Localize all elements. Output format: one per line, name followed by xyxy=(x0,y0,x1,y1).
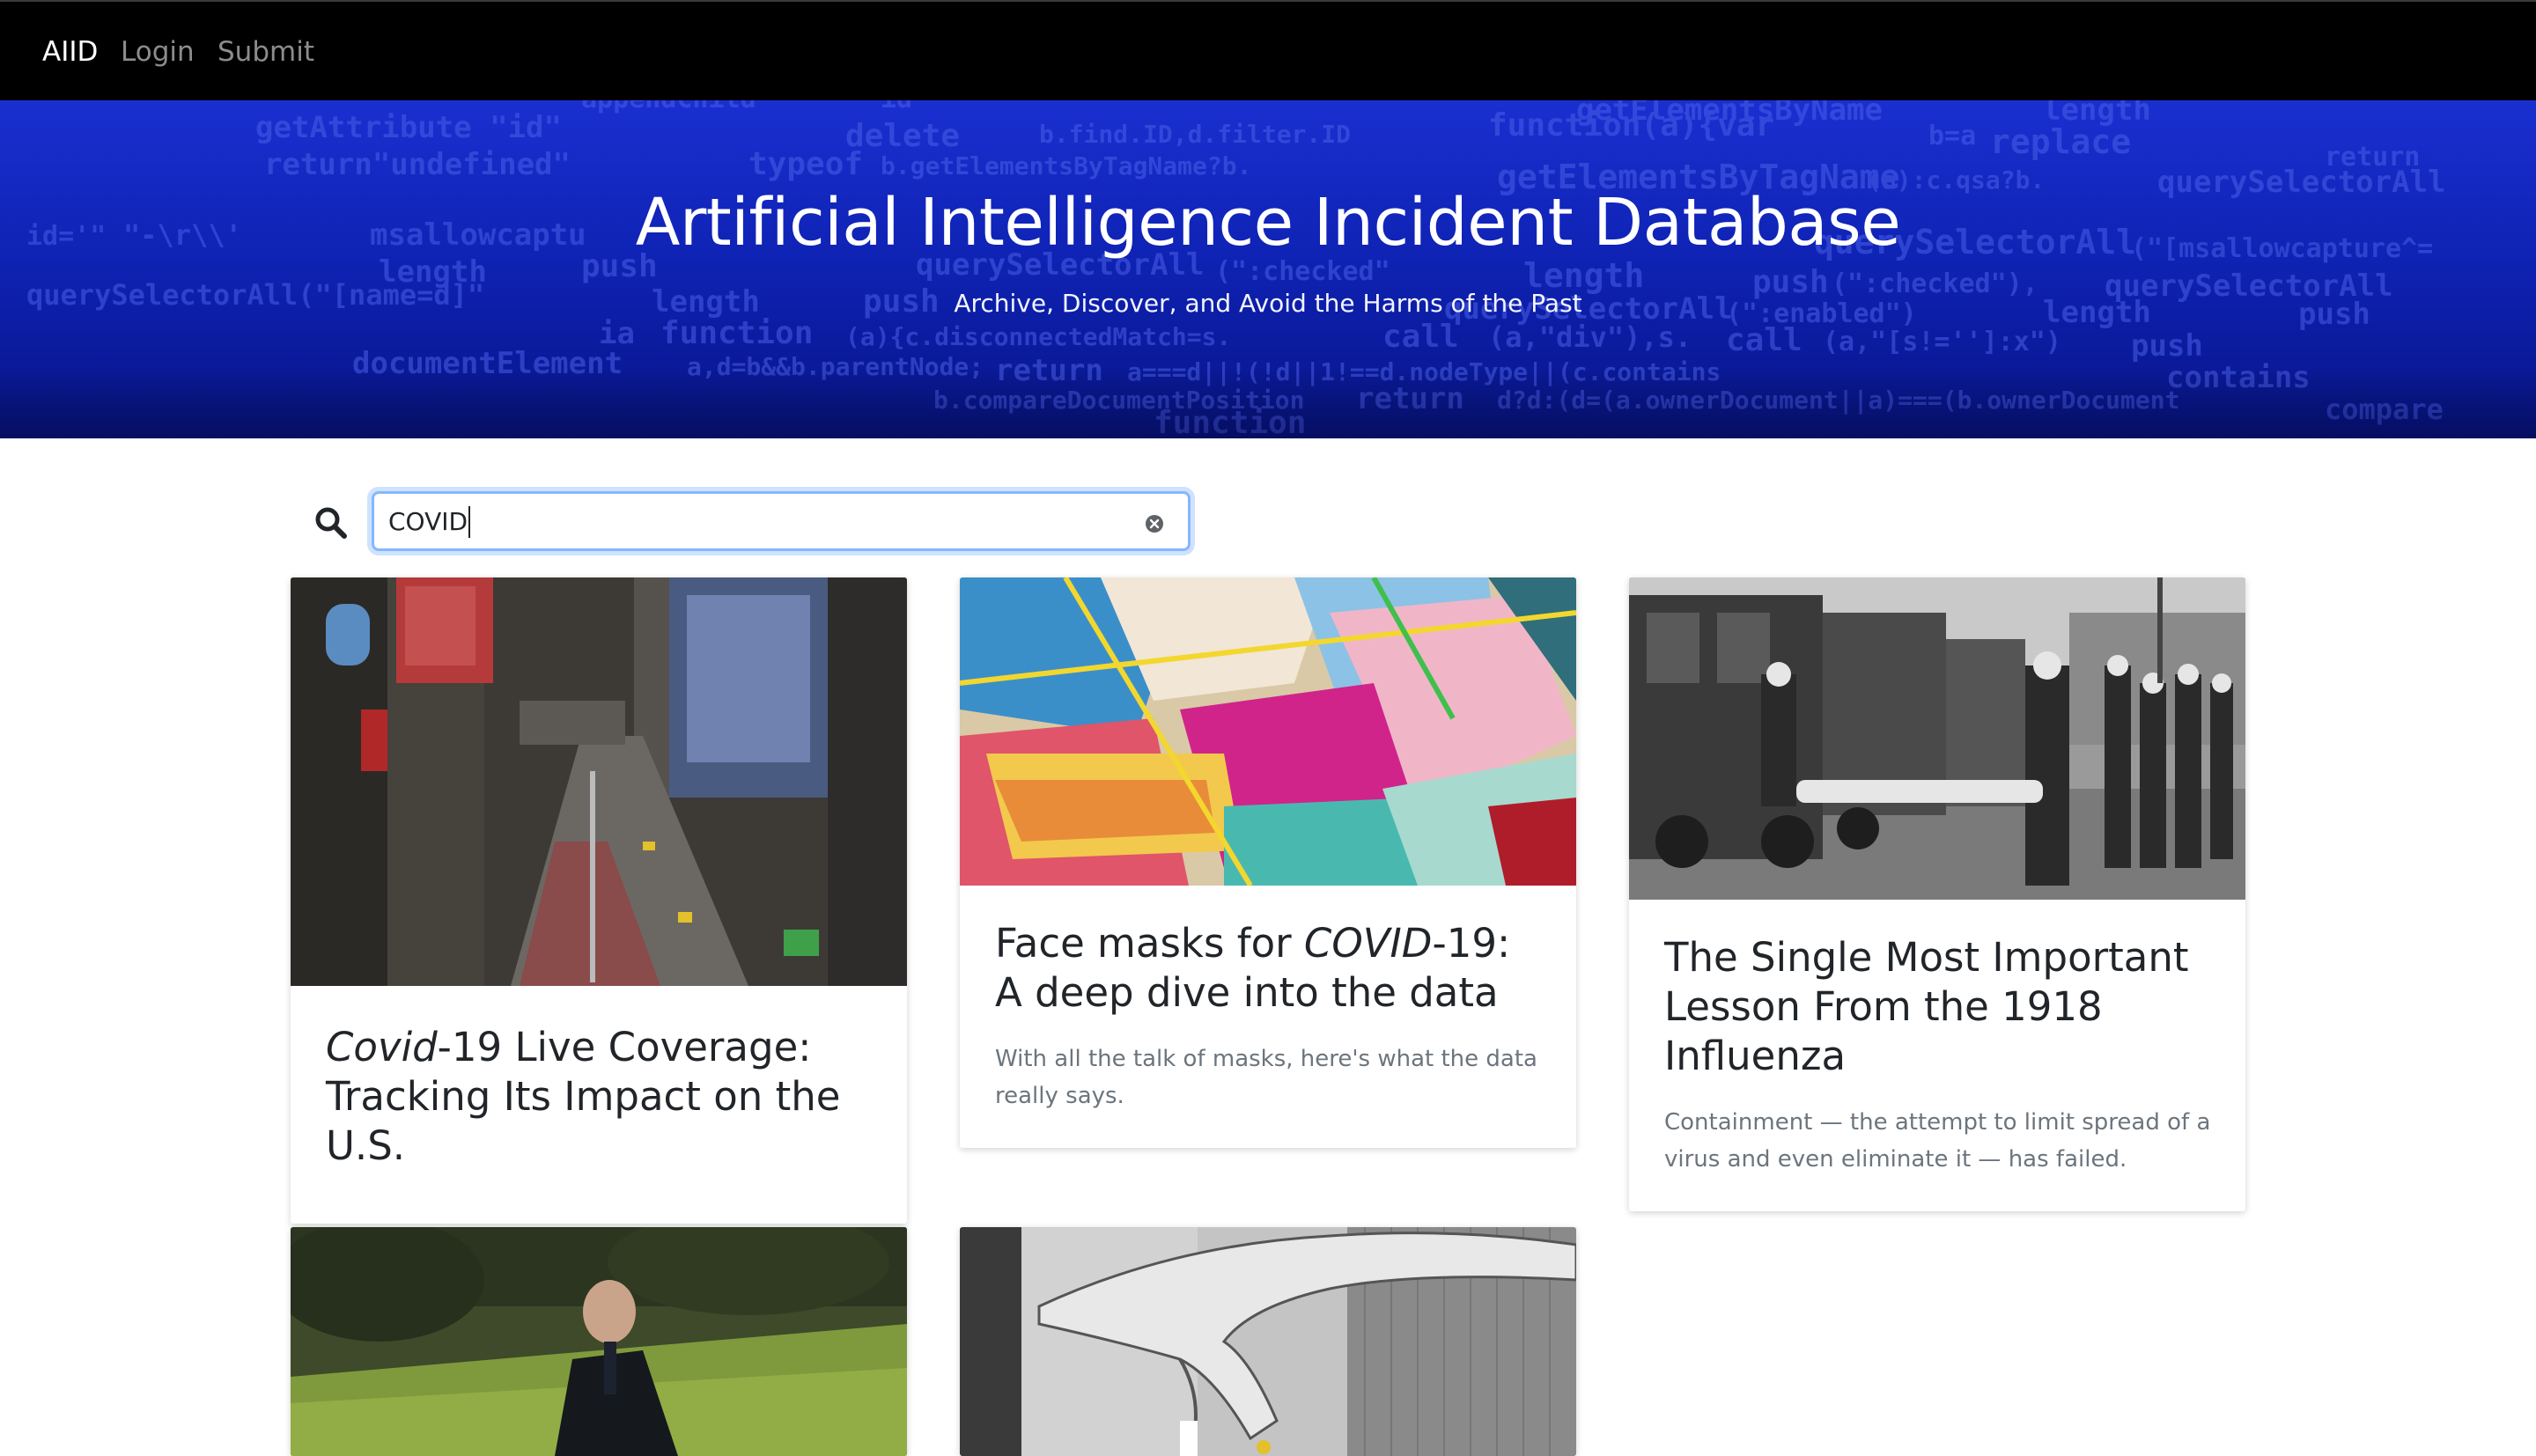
card-title[interactable]: The Single Most Important Lesson From th… xyxy=(1664,933,2214,1081)
hero-banner: getAttribute "id" appendChild id delete … xyxy=(0,100,2536,438)
svg-text:return"undefined": return"undefined" xyxy=(264,147,571,182)
svg-text:b.find.ID,d.filter.ID: b.find.ID,d.filter.ID xyxy=(1039,120,1351,149)
svg-text:function: function xyxy=(660,315,813,351)
incident-card[interactable]: Face masks for COVID-19: A deep dive int… xyxy=(960,577,1576,1148)
page-subtitle: Archive, Discover, and Avoid the Harms o… xyxy=(954,289,1582,318)
nav-brand-link[interactable]: AIID xyxy=(42,36,98,68)
svg-text:call: call xyxy=(1382,319,1459,355)
svg-text:replace: replace xyxy=(1990,122,2131,161)
svg-text:(":checked": (":checked" xyxy=(1215,256,1390,287)
svg-text:typeof: typeof xyxy=(748,146,863,182)
incident-card[interactable]: The Single Most Important Lesson From th… xyxy=(1629,577,2245,1211)
card-image xyxy=(960,1227,1576,1456)
svg-text:getElementsByName: getElementsByName xyxy=(1576,100,1883,128)
svg-text:getAttribute "id": getAttribute "id" xyxy=(255,110,562,145)
svg-text:(a,"div"),s.: (a,"div"),s. xyxy=(1488,320,1692,354)
nav-submit-link[interactable]: Submit xyxy=(217,36,314,68)
card-image xyxy=(291,1227,907,1456)
svg-text:id: id xyxy=(881,100,912,114)
svg-text:b=a: b=a xyxy=(1928,121,1976,151)
card-title[interactable]: Covid-19 Live Coverage: Tracking Its Imp… xyxy=(326,1023,875,1171)
svg-text:length: length xyxy=(2043,100,2151,128)
card-description: Containment — the attempt to limit sprea… xyxy=(1664,1109,2211,1173)
svg-text:appendChild: appendChild xyxy=(581,100,756,114)
search-field[interactable] xyxy=(372,491,1191,551)
card-title[interactable]: Face masks for COVID-19: A deep dive int… xyxy=(995,919,1544,1018)
incident-card[interactable]: Covid-19 Live Coverage: Tracking Its Imp… xyxy=(291,577,907,1224)
text-caret xyxy=(468,506,470,538)
incident-card[interactable] xyxy=(291,1227,907,1456)
incident-card[interactable] xyxy=(960,1227,1576,1456)
clear-icon[interactable] xyxy=(1144,513,1165,534)
nav-login-link[interactable]: Login xyxy=(121,36,195,68)
svg-text:b.getElementsByTagName?b.: b.getElementsByTagName?b. xyxy=(881,151,1251,180)
search-input[interactable] xyxy=(388,503,1110,540)
hero-shadow xyxy=(0,368,2536,438)
top-navbar: AIID Login Submit xyxy=(0,0,2536,100)
search-icon xyxy=(315,507,347,539)
svg-text:call: call xyxy=(1726,322,1802,358)
svg-text:return: return xyxy=(2325,142,2420,173)
card-image xyxy=(1629,577,2245,900)
svg-text:(a){c.disconnectedMatch=s.: (a){c.disconnectedMatch=s. xyxy=(845,322,1231,351)
svg-text:push: push xyxy=(2131,328,2203,364)
svg-text:(a,"[s!='']:x"): (a,"[s!='']:x") xyxy=(1823,327,2061,357)
card-image xyxy=(960,577,1576,886)
card-image xyxy=(291,577,907,986)
card-description: With all the talk of masks, here's what … xyxy=(995,1046,1537,1109)
page-title: Artificial Intelligence Incident Databas… xyxy=(635,185,1901,261)
